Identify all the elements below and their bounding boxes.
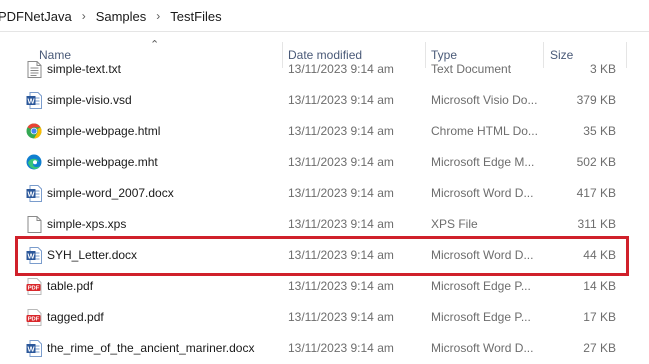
file-size: 502 KB: [576, 155, 616, 169]
file-type: Microsoft Word D...: [431, 186, 534, 200]
svg-text:W: W: [27, 96, 35, 105]
file-name: simple-text.txt: [47, 62, 122, 76]
file-date-modified: 13/11/2023 9:14 am: [288, 310, 394, 324]
svg-text:PDF: PDF: [28, 317, 40, 323]
chrome-icon: [26, 123, 42, 140]
file-row[interactable]: simple-text.txt 13/11/2023 9:14 am Text Do…: [0, 54, 649, 85]
file-date-modified: 13/11/2023 9:14 am: [288, 124, 394, 138]
file-name: the_rime_of_the_ancient_mariner.docx: [47, 341, 255, 355]
edge-icon: [26, 154, 42, 171]
file-type: Microsoft Word D...: [431, 341, 534, 355]
pdf-file-icon: PDF: [26, 278, 42, 295]
chevron-right-icon[interactable]: ›: [76, 9, 92, 23]
file-date-modified: 13/11/2023 9:14 am: [288, 341, 394, 355]
file-row[interactable]: PDF tagged.pdf 13/11/2023 9:14 am Microsoft…: [0, 302, 649, 333]
breadcrumb-item-testfiles[interactable]: TestFiles: [166, 9, 225, 24]
file-type: Chrome HTML Do...: [431, 124, 538, 138]
file-row[interactable]: Wsimple-visio.vsd 13/11/2023 9:14 am Micro…: [0, 85, 649, 116]
file-size: 27 KB: [583, 341, 616, 355]
selection-highlight-box: [15, 236, 629, 276]
breadcrumb-item-samples[interactable]: Samples: [92, 9, 151, 24]
word-file-icon: W: [26, 185, 42, 202]
svg-text:PDF: PDF: [28, 286, 40, 292]
file-type: Microsoft Edge P...: [431, 310, 531, 324]
divider: [0, 31, 649, 32]
pdf-file-icon: PDF: [26, 309, 42, 326]
file-type: Text Document: [431, 62, 512, 76]
chevron-right-icon[interactable]: ›: [150, 9, 166, 23]
file-name: simple-webpage.mht: [47, 155, 158, 169]
file-date-modified: 13/11/2023 9:14 am: [288, 62, 394, 76]
file-size: 17 KB: [583, 310, 616, 324]
file-name: simple-webpage.html: [47, 124, 161, 138]
file-size: 35 KB: [583, 124, 616, 138]
breadcrumb: PDFNetJava › Samples › TestFiles: [0, 0, 649, 32]
breadcrumb-item-pdfnetjava[interactable]: PDFNetJava: [0, 9, 76, 24]
file-name: simple-word_2007.docx: [47, 186, 174, 200]
file-row[interactable]: simple-webpage.html 13/11/2023 9:14 am Chr…: [0, 116, 649, 147]
file-date-modified: 13/11/2023 9:14 am: [288, 93, 394, 107]
file-size: 379 KB: [576, 93, 616, 107]
file-type: Microsoft Visio Do...: [431, 93, 538, 107]
svg-text:W: W: [27, 344, 35, 353]
file-row[interactable]: Wsimple-word_2007.docx 13/11/2023 9:14 am…: [0, 178, 649, 209]
file-name: tagged.pdf: [47, 310, 104, 324]
file-date-modified: 13/11/2023 9:14 am: [288, 155, 394, 169]
sort-ascending-icon: ⌃: [150, 39, 160, 51]
file-type: Microsoft Edge M...: [431, 155, 535, 169]
svg-text:W: W: [27, 189, 35, 198]
visio-file-icon: W: [26, 92, 42, 109]
file-date-modified: 13/11/2023 9:14 am: [288, 186, 394, 200]
word-file-icon: W: [26, 340, 42, 357]
blank-file-icon: [26, 216, 42, 233]
file-row[interactable]: Wthe_rime_of_the_ancient_mariner.docx 13/…: [0, 333, 649, 364]
file-row[interactable]: simple-webpage.mht 13/11/2023 9:14 am Micr…: [0, 147, 649, 178]
file-name: simple-visio.vsd: [47, 93, 132, 107]
file-size: 3 KB: [589, 62, 616, 76]
file-size: 417 KB: [576, 186, 616, 200]
text-file-icon: [26, 61, 42, 78]
